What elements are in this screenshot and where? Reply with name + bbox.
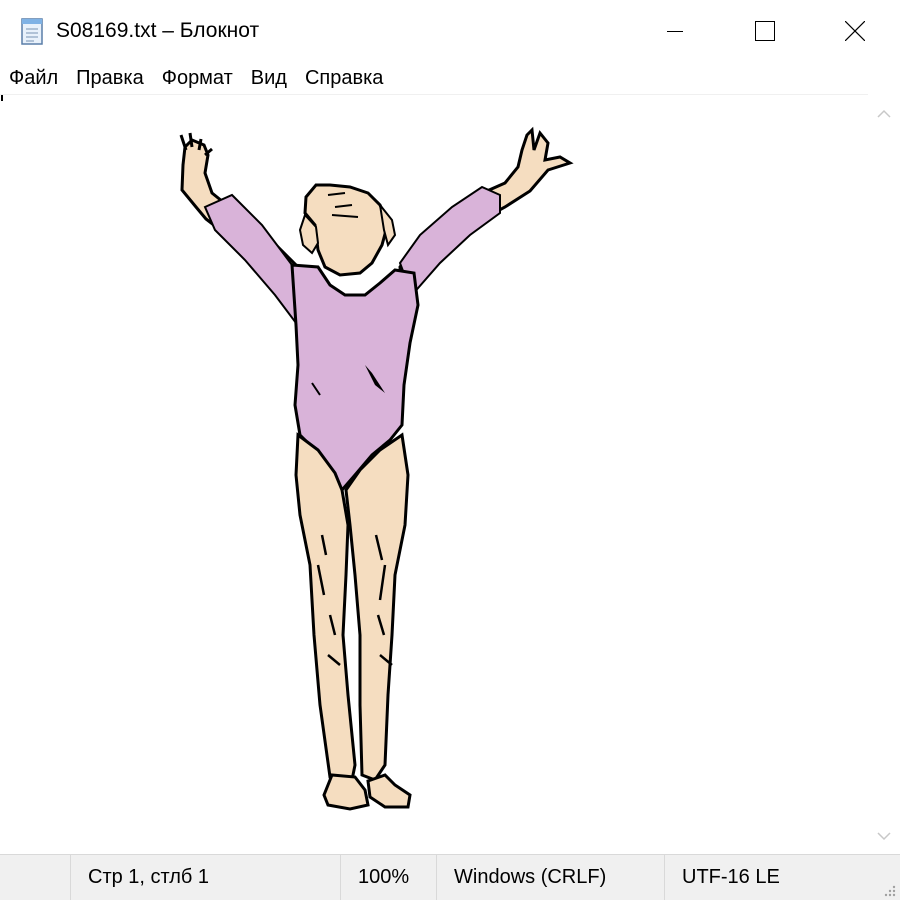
vertical-scrollbar[interactable] bbox=[868, 94, 900, 854]
minimize-icon bbox=[667, 30, 683, 32]
scroll-up-button[interactable] bbox=[868, 98, 900, 130]
menu-edit[interactable]: Правка bbox=[67, 63, 153, 93]
line-endings-label: Windows (CRLF) bbox=[454, 866, 607, 888]
window-title: S08169.txt – Блокнот bbox=[56, 19, 260, 42]
maximize-icon bbox=[755, 20, 775, 41]
scroll-down-button[interactable] bbox=[868, 820, 900, 852]
chevron-up-icon bbox=[877, 109, 891, 118]
status-cursor-position: Стр 1, стлб 1 bbox=[70, 855, 341, 900]
encoding-label: UTF-16 LE bbox=[682, 866, 780, 888]
close-icon bbox=[845, 20, 865, 41]
cursor-position-label: Стр 1, стлб 1 bbox=[88, 866, 210, 888]
close-button[interactable] bbox=[810, 0, 900, 61]
menu-view[interactable]: Вид bbox=[242, 63, 296, 93]
status-bar: Стр 1, стлб 1 100% Windows (CRLF) UTF-16… bbox=[0, 854, 900, 900]
notepad-window: S08169.txt – Блокнот Файл Правка Формат … bbox=[0, 0, 900, 900]
gymnast-illustration bbox=[179, 126, 574, 811]
text-editor[interactable] bbox=[0, 94, 868, 855]
menu-bar: Файл Правка Формат Вид Справка bbox=[0, 61, 900, 94]
status-encoding: UTF-16 LE bbox=[664, 855, 900, 900]
minimize-button[interactable] bbox=[630, 0, 720, 61]
menu-file[interactable]: Файл bbox=[0, 63, 67, 93]
menu-format[interactable]: Формат bbox=[153, 63, 242, 93]
status-line-endings: Windows (CRLF) bbox=[436, 855, 665, 900]
status-zoom: 100% bbox=[340, 855, 437, 900]
notepad-icon bbox=[21, 18, 43, 45]
menu-help[interactable]: Справка bbox=[296, 63, 392, 93]
maximize-button[interactable] bbox=[720, 0, 810, 61]
resize-grip-icon[interactable] bbox=[881, 882, 897, 898]
zoom-label: 100% bbox=[358, 866, 410, 888]
title-bar[interactable]: S08169.txt – Блокнот bbox=[0, 0, 900, 61]
chevron-down-icon bbox=[877, 832, 891, 841]
